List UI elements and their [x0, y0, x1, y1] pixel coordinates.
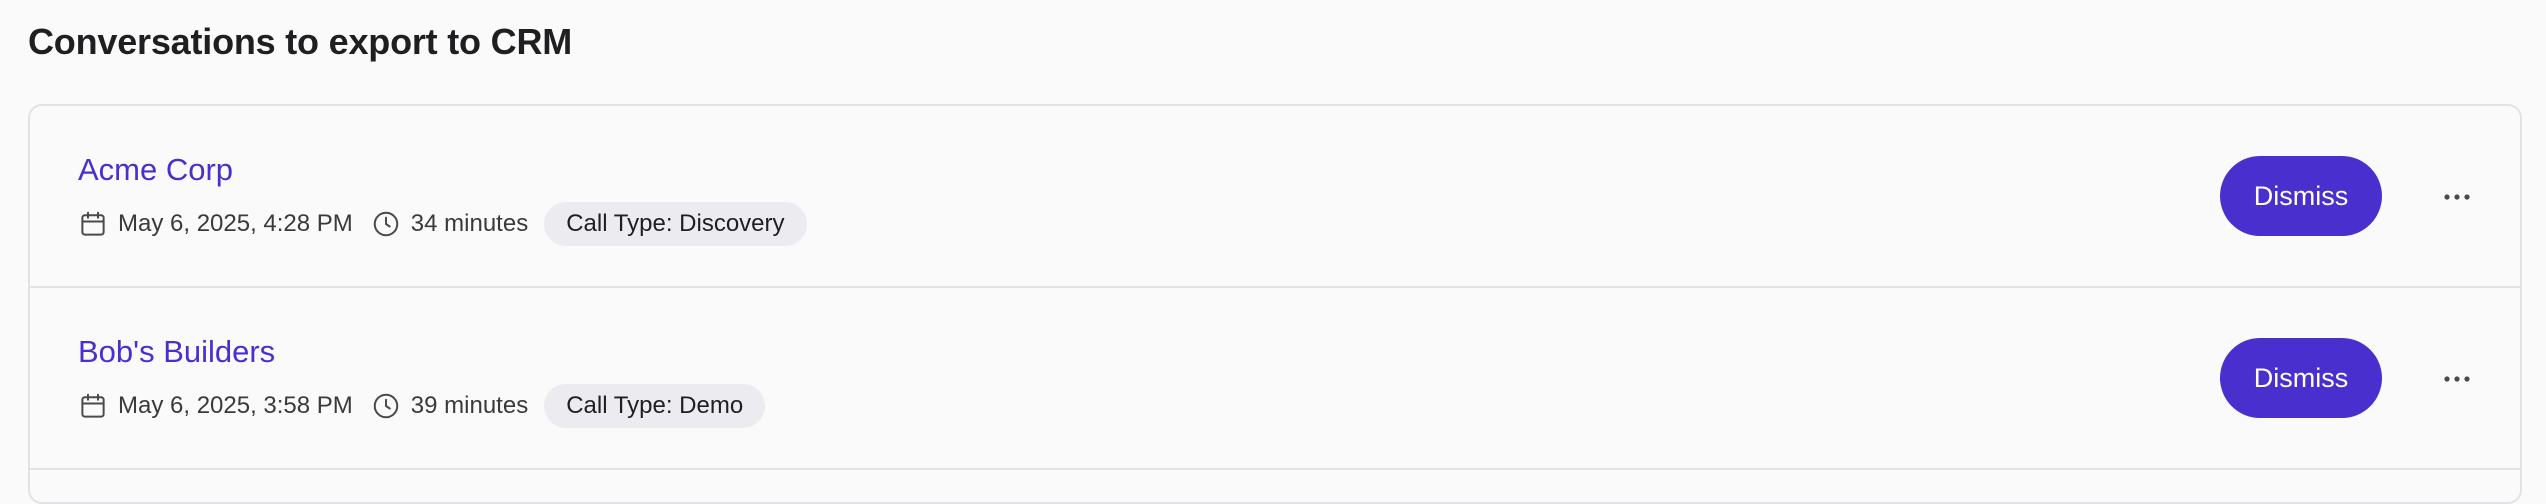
conversation-row: Acme Corp May 6, 2025, 4:28 PM 34 minute… [30, 106, 2520, 288]
calendar-icon [78, 391, 108, 421]
more-options-button[interactable] [2436, 358, 2478, 400]
more-horizontal-icon [2444, 194, 2470, 200]
company-link[interactable]: Acme Corp [78, 150, 233, 190]
conversation-list: Acme Corp May 6, 2025, 4:28 PM 34 minute… [28, 104, 2522, 504]
company-link[interactable]: Bob's Builders [78, 332, 275, 372]
call-type-badge: Call Type: Demo [544, 384, 766, 428]
clock-icon [371, 209, 401, 239]
conversation-date: May 6, 2025, 3:58 PM [118, 392, 353, 419]
clock-icon [371, 391, 401, 421]
more-horizontal-icon [2444, 376, 2470, 382]
call-type-badge: Call Type: Discovery [544, 202, 807, 246]
conversation-date: May 6, 2025, 4:28 PM [118, 210, 353, 237]
conversation-duration: 34 minutes [410, 210, 529, 237]
conversation-duration: 39 minutes [410, 392, 529, 419]
more-options-button[interactable] [2436, 176, 2478, 218]
conversation-meta: May 6, 2025, 4:28 PM 34 minutes Call Typ… [78, 202, 807, 246]
conversation-meta: May 6, 2025, 3:58 PM 39 minutes Call Typ… [78, 384, 766, 428]
conversation-row: Bob's Builders May 6, 2025, 3:58 PM 39 m… [30, 288, 2520, 470]
dismiss-button[interactable]: Dismiss [2220, 156, 2382, 236]
page-title: Conversations to export to CRM [28, 21, 573, 62]
dismiss-button[interactable]: Dismiss [2220, 338, 2382, 418]
calendar-icon [78, 209, 108, 239]
